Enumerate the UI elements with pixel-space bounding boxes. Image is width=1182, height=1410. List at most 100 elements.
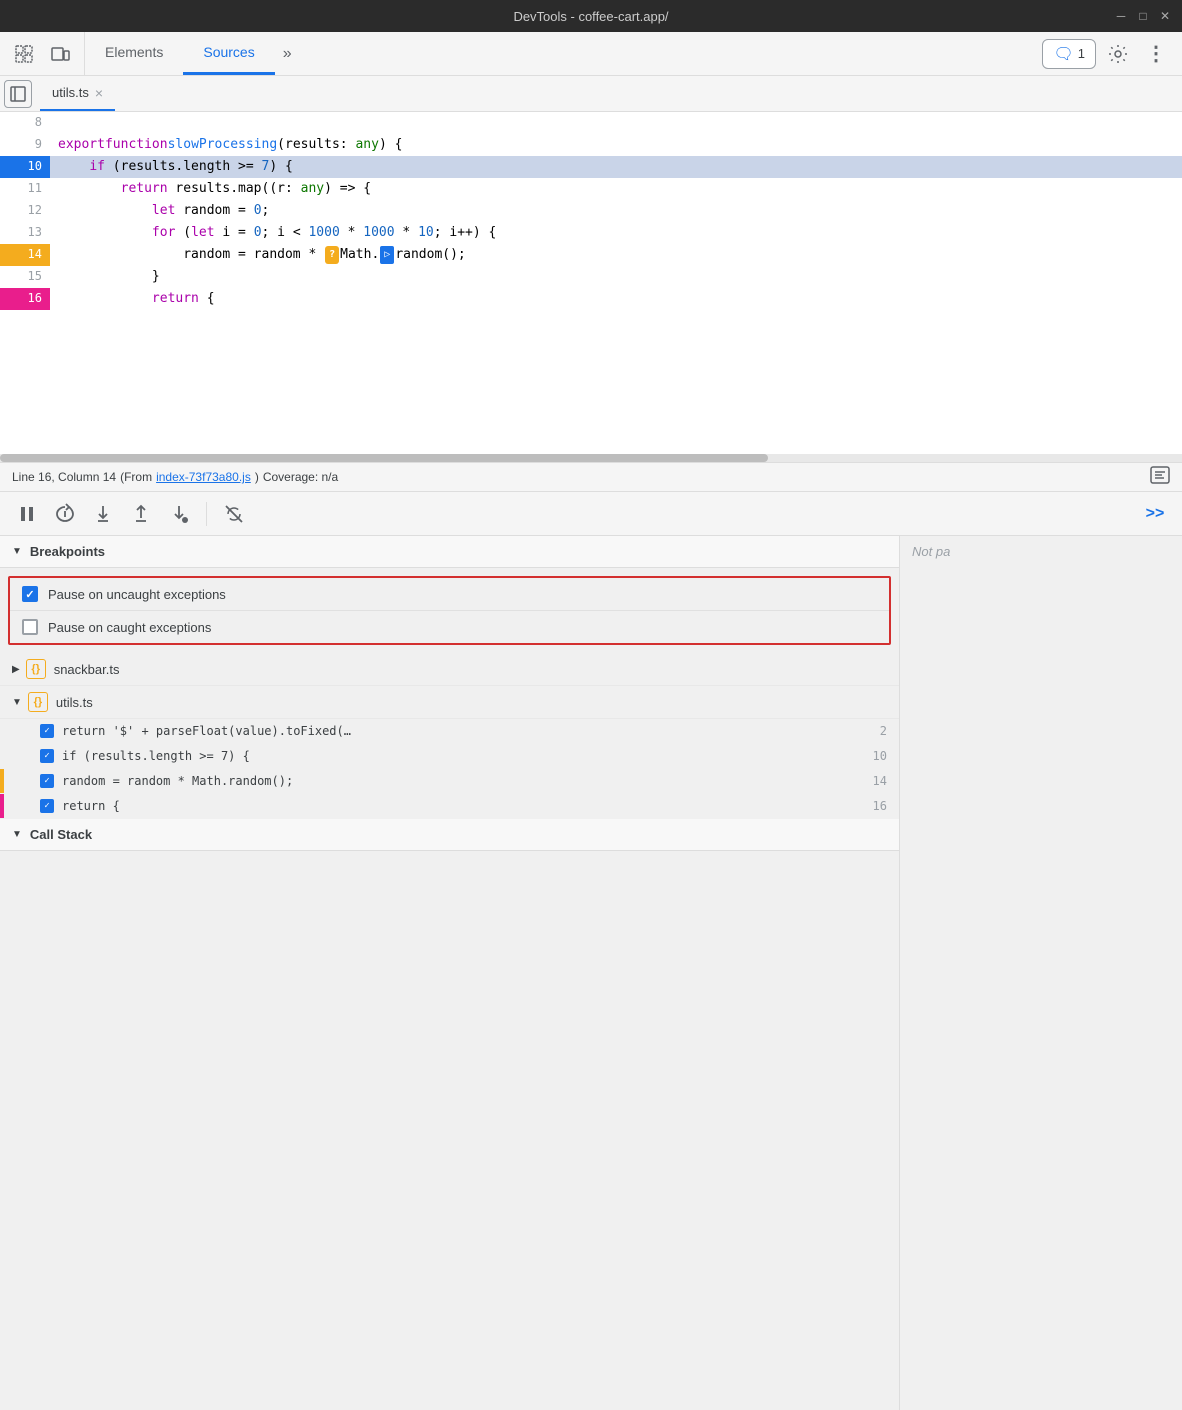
file-icon-snackbar: {}: [26, 659, 46, 679]
line-num-9: 9: [0, 134, 50, 156]
bp-checkbox-14[interactable]: ✓: [40, 774, 54, 788]
code-content-13: for (let i = 0; i < 1000 * 1000 * 10; i+…: [50, 222, 1182, 244]
left-panel: ▼ Breakpoints ✓ Pause on uncaught except…: [0, 536, 900, 1410]
nav-icon-group: [0, 32, 85, 75]
tab-elements[interactable]: Elements: [85, 32, 183, 75]
breakpoints-label: Breakpoints: [30, 544, 105, 559]
code-content-10: if (results.length >= 7) {: [50, 156, 1182, 178]
breakpoints-section-header[interactable]: ▼ Breakpoints: [0, 536, 899, 568]
check-icon: ✓: [25, 588, 34, 601]
file-icon-utils: {}: [28, 692, 48, 712]
pause-caught-label: Pause on caught exceptions: [48, 620, 211, 635]
file-tab-name: utils.ts: [52, 85, 89, 100]
code-content-11: return results.map((r: any) => {: [50, 178, 1182, 200]
right-panel-text: Not pa: [912, 544, 950, 559]
coverage-text: Coverage: n/a: [263, 470, 338, 484]
more-tabs-icon[interactable]: »: [275, 32, 300, 75]
inspect-icon[interactable]: [8, 38, 40, 70]
pause-resume-button[interactable]: [12, 499, 42, 529]
pause-uncaught-checkbox[interactable]: ✓: [22, 586, 38, 602]
exceptions-box: ✓ Pause on uncaught exceptions Pause on …: [8, 576, 891, 645]
pause-caught-checkbox[interactable]: [22, 619, 38, 635]
bp-filename-snackbar: snackbar.ts: [54, 662, 120, 677]
bp-line-10[interactable]: ✓ if (results.length >= 7) { 10: [0, 744, 899, 769]
horizontal-scrollbar[interactable]: [0, 454, 1182, 462]
code-content-12: let random = 0;: [50, 200, 1182, 222]
bp-linenum-16: 16: [873, 799, 887, 813]
code-content-14: random = random * ?Math.▷random();: [50, 244, 1182, 266]
bp-line-16[interactable]: ✓ return { 16: [0, 794, 899, 819]
console-icon: 🗨: [1053, 44, 1073, 64]
bp-file-snackbar[interactable]: ▶ {} snackbar.ts: [0, 653, 899, 686]
bp-file-utils[interactable]: ▼ {} utils.ts: [0, 686, 899, 719]
line-num-14: 14: [0, 244, 50, 266]
line-num-16: 16: [0, 288, 50, 310]
from-close-text: ): [255, 470, 259, 484]
title-text: DevTools - coffee-cart.app/: [513, 9, 668, 24]
code-editor-area: 8 9 export function slowProcessing(resul…: [0, 112, 1182, 462]
pause-uncaught-row[interactable]: ✓ Pause on uncaught exceptions: [10, 578, 889, 611]
bp-code-2: return '$' + parseFloat(value).toFixed(…: [62, 724, 351, 738]
bp-checkbox-16[interactable]: ✓: [40, 799, 54, 813]
bp-linenum-14: 14: [873, 774, 887, 788]
console-badge-button[interactable]: 🗨 1: [1042, 39, 1096, 69]
line-num-8: 8: [0, 112, 50, 134]
scroll-thumb: [0, 454, 768, 462]
bp-linenum-2: 2: [880, 724, 887, 738]
bp-checkbox-2[interactable]: ✓: [40, 724, 54, 738]
settings-icon[interactable]: [1102, 38, 1134, 70]
maximize-button[interactable]: □: [1136, 9, 1150, 23]
pause-caught-row[interactable]: Pause on caught exceptions: [10, 611, 889, 643]
toolbar-right: >>: [1140, 499, 1170, 529]
more-panels-button[interactable]: >>: [1140, 499, 1170, 529]
source-file-link[interactable]: index-73f73a80.js: [156, 470, 251, 484]
from-text: (From: [120, 470, 152, 484]
callstack-section-header[interactable]: ▼ Call Stack: [0, 819, 899, 851]
step-into-button[interactable]: [88, 499, 118, 529]
breakpoints-chevron: ▼: [12, 546, 22, 557]
step-out-button[interactable]: [126, 499, 156, 529]
line-num-11: 11: [0, 178, 50, 200]
code-content-9: export function slowProcessing(results: …: [50, 134, 1182, 156]
code-line-13: 13 for (let i = 0; i < 1000 * 1000 * 10;…: [0, 222, 1182, 244]
code-line-10: 10 if (results.length >= 7) {: [0, 156, 1182, 178]
code-content-16: return {: [50, 288, 1182, 310]
step-over-button[interactable]: [50, 499, 80, 529]
nav-right: 🗨 1 ⋮: [1032, 32, 1182, 75]
menu-icon[interactable]: ⋮: [1140, 38, 1172, 70]
toolbar-divider: [206, 502, 207, 526]
deactivate-breakpoints-button[interactable]: [219, 499, 249, 529]
bp-line-2[interactable]: ✓ return '$' + parseFloat(value).toFixed…: [0, 719, 899, 744]
device-toggle-icon[interactable]: [44, 38, 76, 70]
top-nav: Elements Sources » 🗨 1 ⋮: [0, 32, 1182, 76]
tab-sources[interactable]: Sources: [183, 32, 274, 75]
close-button[interactable]: ✕: [1158, 9, 1172, 23]
panel-toggle-button[interactable]: [4, 80, 32, 108]
line-num-12: 12: [0, 200, 50, 222]
bp-filename-utils: utils.ts: [56, 695, 93, 710]
code-line-15: 15 }: [0, 266, 1182, 288]
bp-checkbox-10[interactable]: ✓: [40, 749, 54, 763]
line-num-15: 15: [0, 266, 50, 288]
minimize-button[interactable]: ─: [1114, 9, 1128, 23]
debugger-toolbar: >>: [0, 492, 1182, 536]
continue-to-here-button[interactable]: [164, 499, 194, 529]
file-tab-bar: utils.ts ×: [0, 76, 1182, 112]
callstack-chevron: ▼: [12, 829, 22, 840]
format-icon[interactable]: [1150, 466, 1170, 489]
right-panel: Not pa: [900, 536, 1182, 1410]
window-controls: ─ □ ✕: [1114, 9, 1172, 23]
code-editor[interactable]: 8 9 export function slowProcessing(resul…: [0, 112, 1182, 454]
code-line-9: 9 export function slowProcessing(results…: [0, 134, 1182, 156]
left-panel-inner: ▼ Breakpoints ✓ Pause on uncaught except…: [0, 536, 899, 851]
expand-icon-utils: ▼: [12, 697, 22, 708]
bp-code-16: return {: [62, 799, 120, 813]
file-tab-utils[interactable]: utils.ts ×: [40, 76, 115, 111]
bp-linenum-10: 10: [873, 749, 887, 763]
nav-tabs: Elements Sources »: [85, 32, 1032, 75]
line-num-10: 10: [0, 156, 50, 178]
bp-line-14[interactable]: ✓ random = random * Math.random(); 14: [0, 769, 899, 794]
file-tab-close-icon[interactable]: ×: [95, 86, 103, 100]
bp-code-10: if (results.length >= 7) {: [62, 749, 250, 763]
code-line-14: 14 random = random * ?Math.▷random();: [0, 244, 1182, 266]
